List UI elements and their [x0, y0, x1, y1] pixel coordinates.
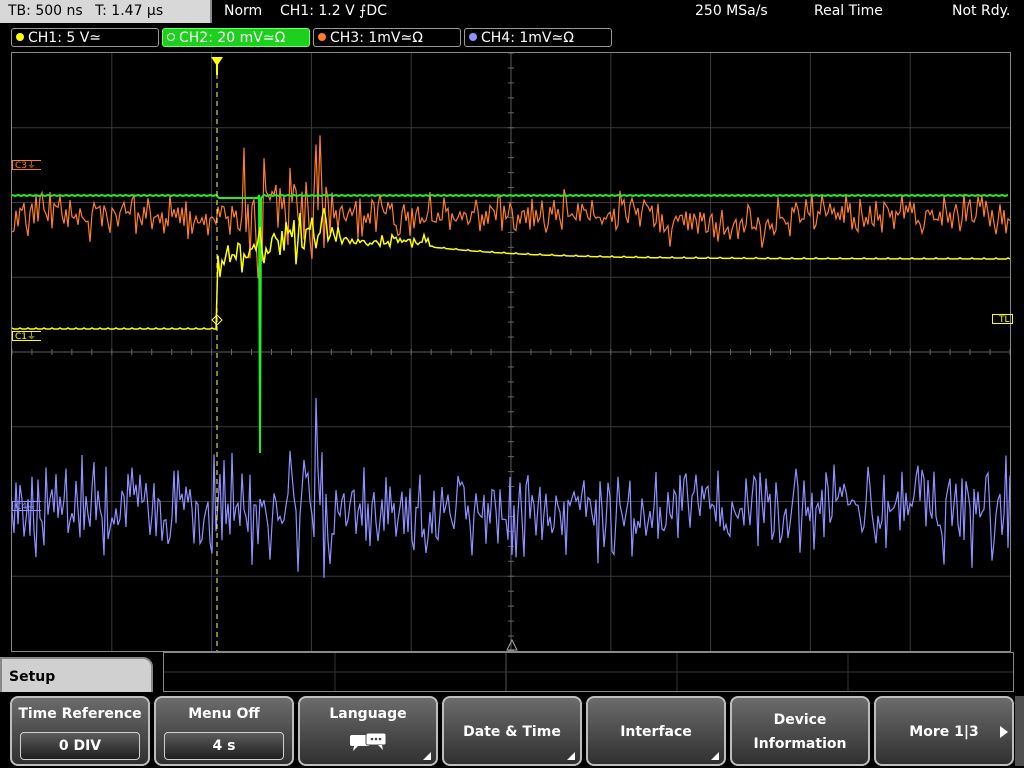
device-information-button[interactable]: Device Information: [730, 696, 870, 766]
channel-2-label: CH2: 20 mV≃Ω: [179, 30, 286, 46]
trigger-mode: Norm: [224, 3, 263, 19]
trigger-info: CH1: 1.2 V ⨍DC: [280, 3, 387, 19]
channel-bar: CH1: 5 V≃ CH2: 20 mV≃Ω CH3: 1mV≃Ω CH4: 1…: [0, 24, 1024, 50]
waveform-svg: [12, 53, 1010, 651]
status-bar: TB: 500 ns T: 1.47 µs Norm CH1: 1.2 V ⨍D…: [0, 0, 1024, 24]
submenu-corner-icon: [567, 752, 575, 760]
ch4-ground-marker[interactable]: C4⏚: [12, 501, 42, 512]
more-button[interactable]: More 1|3: [874, 696, 1014, 766]
channel-3-dot-icon: [318, 33, 326, 41]
channel-4-button[interactable]: CH4: 1mV≃Ω: [464, 28, 612, 47]
ch1-ground-marker[interactable]: C1⏚: [12, 331, 42, 342]
submenu-corner-icon: [423, 752, 431, 760]
menu-off-value: 4 s: [164, 732, 284, 760]
time-reference-label: Time Reference: [18, 706, 142, 722]
ch3-ground-marker[interactable]: C3⏚: [12, 160, 42, 171]
channel-2-button[interactable]: CH2: 20 mV≃Ω: [162, 28, 310, 47]
acquisition-mode: Real Time: [814, 3, 883, 19]
trigger-level-marker[interactable]: TL: [992, 314, 1013, 325]
interface-label: Interface: [620, 724, 692, 740]
secondary-display: [163, 652, 1014, 692]
date-time-label: Date & Time: [463, 724, 561, 740]
time-reference-marker-icon[interactable]: [506, 638, 518, 651]
waveform-display[interactable]: C3⏚ C1⏚ TL C4⏚: [11, 52, 1013, 652]
time-reference-value: 0 DIV: [20, 732, 140, 760]
channel-1-label: CH1: 5 V≃: [28, 30, 102, 46]
device-information-label-line2: Information: [753, 736, 847, 752]
ch2-trace: [12, 193, 1009, 454]
acquisition-status: Not Rdy.: [952, 3, 1011, 19]
channel-2-dot-icon: [167, 33, 175, 41]
next-page-arrow-icon: [1000, 726, 1008, 738]
channel-4-dot-icon: [469, 33, 477, 41]
channel-3-label: CH3: 1mV≃Ω: [330, 30, 423, 46]
date-time-button[interactable]: Date & Time: [442, 696, 582, 766]
time-reference-button[interactable]: Time Reference 0 DIV: [10, 696, 150, 766]
trigger-position: T: 1.47 µs: [95, 3, 164, 19]
channel-1-button[interactable]: CH1: 5 V≃: [11, 28, 159, 47]
sample-rate: 250 MSa/s: [695, 3, 768, 19]
secondary-grid: [164, 653, 1013, 691]
bezel-edge: [1015, 696, 1024, 766]
channel-4-label: CH4: 1mV≃Ω: [481, 30, 574, 46]
menu-off-button[interactable]: Menu Off 4 s: [154, 696, 294, 766]
channel-3-button[interactable]: CH3: 1mV≃Ω: [313, 28, 461, 47]
graticule: [12, 53, 1010, 651]
timebase-value: TB: 500 ns: [8, 3, 83, 19]
more-label: More 1|3: [909, 724, 979, 740]
channel-1-dot-icon: [16, 33, 24, 41]
language-label: Language: [329, 706, 407, 722]
language-button[interactable]: Language: [298, 696, 438, 766]
menu-off-label: Menu Off: [188, 706, 260, 722]
interface-button[interactable]: Interface: [586, 696, 726, 766]
timebase-box[interactable]: TB: 500 ns T: 1.47 µs: [0, 0, 212, 23]
setup-menu-tab[interactable]: Setup: [0, 657, 153, 697]
device-information-label-line1: Device: [773, 712, 827, 728]
speech-bubbles-icon: [350, 732, 387, 751]
submenu-corner-icon: [711, 752, 719, 760]
